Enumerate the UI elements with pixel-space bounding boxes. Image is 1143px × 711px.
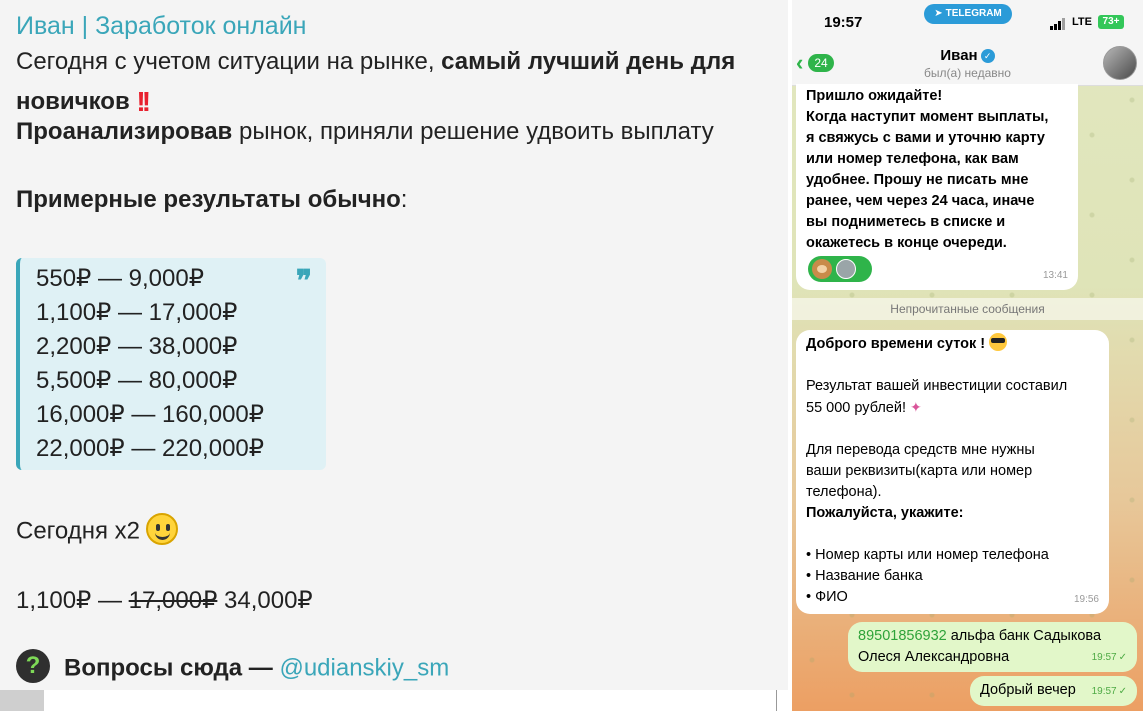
- monkey-emoji-icon: [812, 259, 832, 279]
- message-time-text: 19:57: [1091, 652, 1117, 663]
- message-time: 19:57 ✓: [1092, 681, 1127, 702]
- message-line: Пришло ожидайте!: [806, 88, 943, 104]
- message-time-text: 19:57: [1091, 686, 1117, 697]
- message-line: Результат вашей инвестиции составил: [806, 378, 1068, 394]
- questions-label: Вопросы сюда —: [64, 654, 280, 682]
- post-line-1: Сегодня с учетом ситуации на рынке, самы…: [16, 48, 735, 76]
- post-sender-name[interactable]: Иван | Заработок онлайн: [16, 12, 306, 41]
- verified-check-icon: ✓: [980, 49, 995, 64]
- questions-handle-link[interactable]: @udianskiy_sm: [279, 654, 449, 681]
- contact-name-text: Иван: [940, 47, 978, 64]
- check-icon: ✓: [1118, 652, 1127, 663]
- phone-status-bar: 19:57 ➤ TELEGRAM LTE 73+: [792, 0, 1143, 44]
- contact-name[interactable]: Иван ✓: [792, 47, 1143, 64]
- check-icon: ✓: [1118, 686, 1127, 697]
- message-line: вы подниметесь в списке и: [806, 214, 1006, 230]
- smile-icon: [146, 513, 178, 545]
- message-line: [806, 419, 1099, 440]
- scroll-handle: [0, 690, 44, 711]
- result-amount: 55 000 рублей!: [806, 400, 906, 416]
- tier-item: 16,000₽ — 160,000₽: [36, 401, 265, 428]
- today-line: Сегодня x2: [16, 513, 178, 548]
- paper-plane-icon: ➤: [934, 8, 943, 19]
- message-line: или номер телефона, как вам: [806, 151, 1019, 167]
- message-line: ваши реквизиты(карта или номер: [806, 463, 1033, 479]
- bullet-item: • Название банка: [806, 568, 923, 584]
- signal-icon: [1050, 18, 1068, 30]
- today-label: Сегодня x2: [16, 517, 140, 545]
- post-line-2-bold: новичков: [16, 88, 130, 115]
- double-exclamation-icon: !!: [136, 86, 151, 117]
- reactor-avatar-icon: [836, 259, 856, 279]
- post-line-3-normal: рынок, приняли решение удвоить выплату: [232, 118, 714, 145]
- telegram-pill-label: TELEGRAM: [945, 8, 1002, 19]
- avatar[interactable]: [1103, 46, 1137, 80]
- message-line: окажетесь в конце очереди.: [806, 235, 1007, 251]
- post-line-1-bold: самый лучший день для: [441, 48, 736, 75]
- tier-item: 22,000₽ — 220,000₽: [36, 435, 265, 462]
- incoming-message[interactable]: Пришло ожидайте! Когда наступит момент в…: [796, 84, 1078, 290]
- message-line: Для перевода средств мне нужны: [806, 442, 1035, 458]
- reaction-pill[interactable]: [808, 256, 872, 282]
- sunglasses-emoji-icon: [989, 333, 1008, 352]
- message-time: 19:57 ✓: [1092, 647, 1127, 668]
- message-line: я свяжусь с вами и уточню карту: [806, 130, 1045, 146]
- chat-header: ‹ 24 Иван ✓ был(а) недавно: [792, 44, 1143, 86]
- tier-item: 5,500₽ — 80,000₽: [36, 367, 238, 394]
- results-quote-block: ❞ 550₽ — 9,000₽ 1,100₽ — 17,000₽ 2,200₽ …: [16, 258, 326, 470]
- today-deal-new-price: 34,000₽: [217, 587, 313, 614]
- question-icon: ?: [16, 649, 50, 683]
- message-line: Когда наступит момент выплаты,: [806, 109, 1049, 125]
- results-heading-colon: :: [400, 186, 408, 213]
- party-popper-icon: ✦: [910, 399, 922, 415]
- post-line-3-bold: Проанализировав: [16, 118, 233, 145]
- today-deal-old-price: 17,000₽: [128, 587, 218, 614]
- message-time: 19:56: [1073, 594, 1099, 605]
- message-line: 55 000 рублей! ✦: [806, 397, 1099, 419]
- greeting-text: Доброго времени суток !: [806, 336, 986, 352]
- questions-line: ? Вопросы сюда — @udianskiy_sm: [16, 649, 449, 686]
- message-line: Олеся Александровна: [858, 649, 1010, 665]
- message-line: ранее, чем через 24 часа, иначе: [806, 193, 1035, 209]
- message-line: 89501856932 альфа банк Садыкова: [858, 626, 1127, 647]
- post-line-1-normal: Сегодня с учетом ситуации на рынке,: [16, 48, 442, 75]
- message-line: Доброго времени суток !: [806, 333, 1099, 355]
- tier-item: 2,200₽ — 38,000₽: [36, 333, 238, 360]
- divider: [776, 690, 777, 711]
- phone-chat-screen: 19:57 ➤ TELEGRAM LTE 73+ ‹ 24 Иван ✓ был(а…: [792, 0, 1143, 711]
- outgoing-message[interactable]: 89501856932 альфа банк Садыкова Олеся Ал…: [848, 622, 1137, 672]
- bullet-item: • Номер карты или номер телефона: [806, 547, 1049, 563]
- tier-item: 550₽ — 9,000₽: [36, 265, 204, 292]
- message-line: удобнее. Прошу не писать мне: [806, 172, 1029, 188]
- reply-text: альфа банк Садыкова: [946, 628, 1102, 644]
- message-line: [806, 524, 1099, 545]
- unread-messages-divider: Непрочитанные сообщения: [792, 298, 1143, 320]
- quote-icon: ❞: [295, 264, 312, 299]
- message-line: Пожалуйста, укажите:: [806, 505, 964, 521]
- incoming-message[interactable]: Доброго времени суток ! Результат вашей …: [796, 330, 1109, 614]
- contact-status: был(а) недавно: [924, 66, 1011, 80]
- message-line: телефона).: [806, 484, 882, 500]
- results-heading: Примерные результаты обычно:: [16, 186, 407, 214]
- today-deal: 1,100₽ — 17,000₽ 34,000₽: [16, 586, 313, 615]
- message-time: 13:41: [1042, 270, 1068, 281]
- tier-item: 1,100₽ — 17,000₽: [36, 299, 238, 326]
- status-time: 19:57: [824, 14, 863, 31]
- results-heading-bold: Примерные результаты обычно: [16, 186, 401, 213]
- message-line: [806, 355, 1099, 376]
- battery-icon: 73+: [1098, 15, 1124, 29]
- phone-number-link[interactable]: 89501856932: [858, 628, 947, 644]
- today-deal-start: 1,100₽ —: [16, 587, 129, 614]
- channel-post: Иван | Заработок онлайн Сегодня с учетом…: [0, 0, 788, 690]
- network-label: LTE: [1072, 16, 1092, 28]
- post-line-3: Проанализировав рынок, приняли решение у…: [16, 118, 714, 146]
- post-line-2: новичков !!: [16, 84, 151, 117]
- bullet-item: • ФИО: [806, 589, 848, 605]
- outgoing-message[interactable]: Добрый вечер 19:57 ✓: [970, 676, 1137, 706]
- telegram-pill[interactable]: ➤ TELEGRAM: [924, 4, 1012, 24]
- left-bottom-strip: [0, 690, 788, 711]
